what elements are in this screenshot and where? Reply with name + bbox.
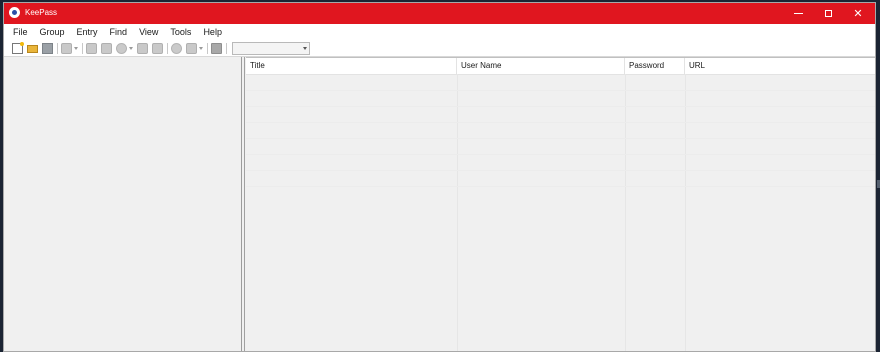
copy-password-icon[interactable] — [101, 42, 112, 54]
chevron-down-icon[interactable] — [303, 46, 307, 50]
column-header-user-name[interactable]: User Name — [457, 58, 625, 74]
row-divider — [246, 170, 875, 171]
pane-splitter[interactable] — [242, 57, 245, 351]
main-content: Title User Name Password URL — [4, 57, 875, 351]
open-url-dropdown-icon[interactable] — [129, 46, 133, 50]
menu-tools[interactable]: Tools — [164, 24, 197, 40]
toolbar-separator — [226, 42, 227, 54]
minimize-button[interactable] — [783, 3, 813, 24]
maximize-icon — [824, 10, 832, 17]
row-divider — [246, 90, 875, 91]
toolbar-separator — [207, 42, 208, 54]
toolbar — [4, 40, 875, 57]
row-divider — [246, 138, 875, 139]
column-header-password[interactable]: Password — [625, 58, 685, 74]
window-title: KeePass — [25, 8, 58, 17]
menu-file[interactable]: File — [4, 24, 34, 40]
add-entry-dropdown-icon[interactable] — [74, 46, 78, 50]
entry-list[interactable]: Title User Name Password URL — [246, 57, 875, 351]
row-divider — [246, 154, 875, 155]
close-button[interactable]: ✕ — [843, 3, 873, 24]
toolbar-separator — [167, 42, 168, 54]
menu-find[interactable]: Find — [104, 24, 134, 40]
row-divider — [246, 106, 875, 107]
sort-icon[interactable] — [186, 42, 197, 54]
lock-icon[interactable] — [211, 42, 222, 54]
print-icon[interactable] — [152, 42, 163, 54]
title-bar[interactable]: KeePass ✕ — [4, 3, 875, 24]
column-header-title[interactable]: Title — [246, 58, 457, 74]
minimize-icon — [793, 13, 803, 14]
copy-username-icon[interactable] — [86, 42, 97, 54]
close-icon: ✕ — [853, 8, 863, 20]
entry-list-header: Title User Name Password URL — [246, 58, 875, 75]
new-database-icon[interactable] — [12, 41, 24, 54]
row-divider — [246, 186, 875, 187]
group-tree[interactable] — [4, 57, 242, 351]
keepass-logo-icon — [9, 7, 20, 18]
toolbar-separator — [82, 42, 83, 54]
column-divider — [457, 74, 458, 351]
menu-view[interactable]: View — [133, 24, 164, 40]
quick-find-combobox[interactable] — [232, 41, 310, 55]
find-icon[interactable] — [171, 42, 182, 54]
menu-group[interactable]: Group — [34, 24, 71, 40]
save-icon[interactable] — [42, 42, 53, 54]
row-divider — [246, 122, 875, 123]
open-url-icon[interactable] — [116, 42, 127, 54]
maximize-button[interactable] — [813, 3, 843, 24]
column-divider — [685, 74, 686, 351]
column-divider — [625, 74, 626, 351]
autotype-icon[interactable] — [137, 42, 148, 54]
menu-entry[interactable]: Entry — [71, 24, 104, 40]
sort-dropdown-icon[interactable] — [199, 46, 203, 50]
open-database-icon[interactable] — [27, 45, 38, 53]
keepass-window: KeePass ✕ File Group Entry Find View Too… — [3, 2, 876, 352]
toolbar-separator — [57, 42, 58, 54]
add-entry-icon[interactable] — [61, 42, 72, 54]
column-header-url[interactable]: URL — [685, 58, 875, 74]
menu-bar: File Group Entry Find View Tools Help — [4, 24, 875, 40]
menu-help[interactable]: Help — [197, 24, 228, 40]
